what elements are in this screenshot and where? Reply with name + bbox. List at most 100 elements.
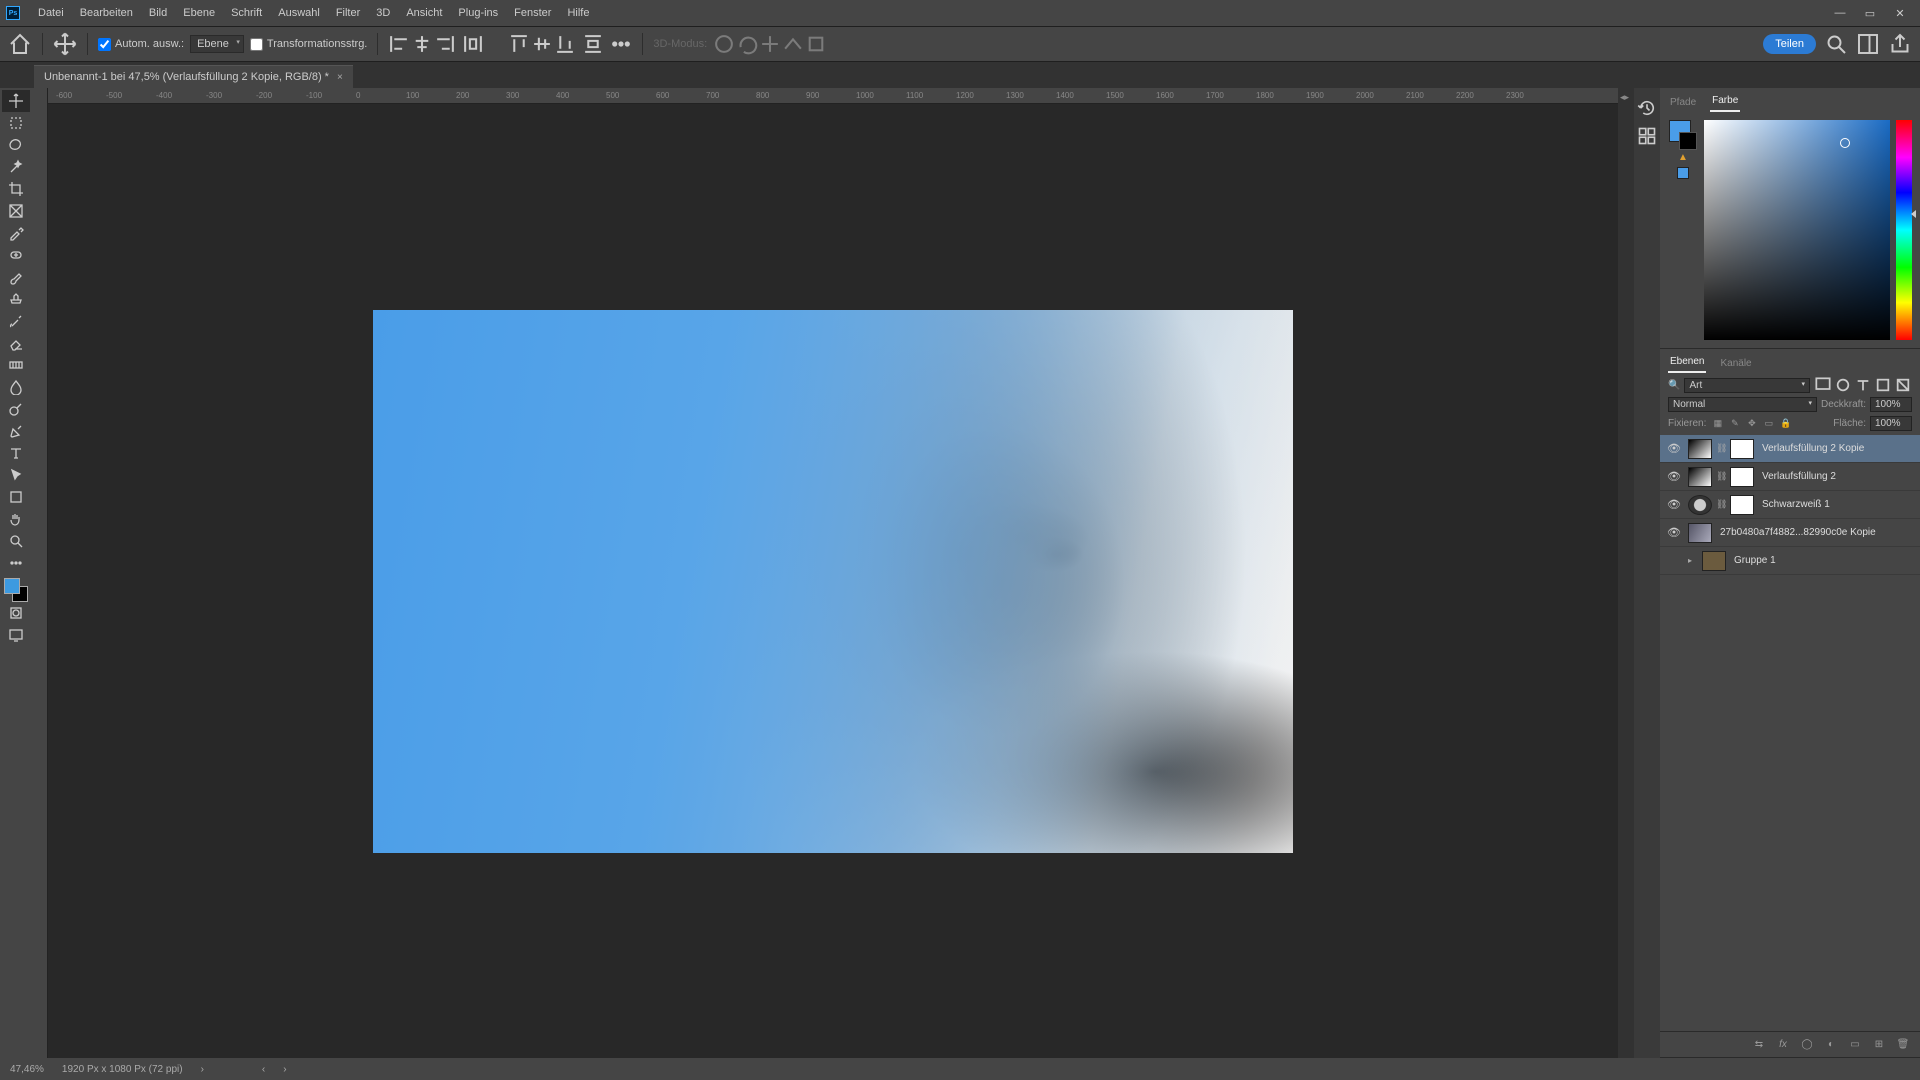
lasso-tool[interactable]: [2, 134, 30, 156]
layer-visibility-toggle[interactable]: 👁: [1664, 526, 1684, 539]
type-tool[interactable]: [2, 442, 30, 464]
layer-row[interactable]: 👁 27b0480a7f4882...82990c0e Kopie: [1660, 519, 1920, 547]
layer-name[interactable]: Schwarzweiß 1: [1762, 499, 1830, 510]
menu-edit[interactable]: Bearbeiten: [72, 0, 141, 26]
websafe-swatch[interactable]: [1677, 167, 1689, 179]
align-right-button[interactable]: [434, 33, 456, 55]
new-layer-button[interactable]: ⊞: [1870, 1036, 1888, 1054]
eyedropper-tool[interactable]: [2, 222, 30, 244]
frame-tool[interactable]: [2, 200, 30, 222]
layer-link-icon[interactable]: ⛓: [1716, 443, 1726, 454]
foreground-color-swatch[interactable]: [4, 578, 20, 594]
lock-position-button[interactable]: ✥: [1744, 416, 1759, 431]
lock-pixels-button[interactable]: ✎: [1727, 416, 1742, 431]
menu-file[interactable]: Datei: [30, 0, 72, 26]
crop-tool[interactable]: [2, 178, 30, 200]
layer-row[interactable]: 👁 ⛓ Verlaufsfüllung 2 Kopie: [1660, 435, 1920, 463]
link-layers-button[interactable]: ⇆: [1750, 1036, 1768, 1054]
artboard-tool[interactable]: [2, 112, 30, 134]
distribute-v-button[interactable]: [582, 33, 604, 55]
home-button[interactable]: [8, 32, 32, 56]
adjustment-icon[interactable]: [1688, 495, 1712, 515]
canvas-area[interactable]: [48, 104, 1618, 1058]
layer-link-icon[interactable]: ⛓: [1716, 499, 1726, 510]
channels-tab[interactable]: Kanäle: [1718, 354, 1753, 373]
auto-select-input[interactable]: [98, 38, 111, 51]
layer-name[interactable]: Verlaufsfüllung 2 Kopie: [1762, 443, 1864, 454]
new-group-button[interactable]: ▭: [1846, 1036, 1864, 1054]
lock-artboard-button[interactable]: ▭: [1761, 416, 1776, 431]
status-zoom[interactable]: 47,46%: [10, 1064, 44, 1075]
layer-row[interactable]: 👁 ⛓ Schwarzweiß 1: [1660, 491, 1920, 519]
hand-tool[interactable]: [2, 508, 30, 530]
layer-name[interactable]: 27b0480a7f4882...82990c0e Kopie: [1720, 527, 1876, 538]
screenmode-button[interactable]: [2, 624, 30, 646]
hue-slider-thumb[interactable]: [1911, 210, 1916, 218]
history-panel-icon[interactable]: [1637, 98, 1657, 118]
filter-adjust-icon[interactable]: [1834, 377, 1852, 393]
history-brush-tool[interactable]: [2, 310, 30, 332]
color-swatches[interactable]: [4, 578, 28, 602]
clone-stamp-tool[interactable]: [2, 288, 30, 310]
window-close-button[interactable]: ✕: [1886, 4, 1914, 22]
color-panel-bg-swatch[interactable]: [1679, 132, 1697, 150]
collapse-dock-icon[interactable]: ◂▸: [1620, 92, 1629, 103]
menu-layer[interactable]: Ebene: [175, 0, 223, 26]
layer-visibility-toggle[interactable]: 👁: [1664, 498, 1684, 511]
filter-shape-icon[interactable]: [1874, 377, 1892, 393]
layer-mask-thumbnail[interactable]: [1730, 467, 1754, 487]
document-tab[interactable]: Unbenannt-1 bei 47,5% (Verlaufsfüllung 2…: [34, 65, 353, 88]
menu-3d[interactable]: 3D: [368, 0, 398, 26]
hue-slider[interactable]: [1896, 120, 1912, 340]
layer-visibility-toggle[interactable]: 👁: [1664, 442, 1684, 455]
share-button[interactable]: Teilen: [1763, 34, 1816, 54]
blur-tool[interactable]: [2, 376, 30, 398]
menu-filter[interactable]: Filter: [328, 0, 368, 26]
eraser-tool[interactable]: [2, 332, 30, 354]
paths-tab[interactable]: Pfade: [1668, 93, 1698, 112]
lock-all-button[interactable]: 🔒: [1778, 416, 1793, 431]
align-hcenter-button[interactable]: [411, 33, 433, 55]
window-minimize-button[interactable]: —: [1826, 4, 1854, 22]
transform-controls-input[interactable]: [250, 38, 263, 51]
layer-name[interactable]: Gruppe 1: [1734, 555, 1776, 566]
workspace-button[interactable]: [1856, 32, 1880, 56]
menu-image[interactable]: Bild: [141, 0, 175, 26]
delete-layer-button[interactable]: 🗑: [1894, 1036, 1912, 1054]
transform-controls-checkbox[interactable]: Transformationsstrg.: [250, 38, 367, 51]
edit-toolbar-button[interactable]: [2, 552, 30, 574]
status-chevron[interactable]: ›: [201, 1064, 204, 1075]
search-button[interactable]: [1824, 32, 1848, 56]
document-canvas[interactable]: [373, 310, 1293, 853]
filter-type-icon[interactable]: [1854, 377, 1872, 393]
window-restore-button[interactable]: ▭: [1856, 4, 1884, 22]
document-tab-close-button[interactable]: ×: [337, 72, 343, 83]
export-button[interactable]: [1888, 32, 1912, 56]
pen-tool[interactable]: [2, 420, 30, 442]
menu-type[interactable]: Schrift: [223, 0, 270, 26]
healing-brush-tool[interactable]: [2, 244, 30, 266]
layer-visibility-toggle[interactable]: 👁: [1664, 470, 1684, 483]
layers-tab[interactable]: Ebenen: [1668, 352, 1706, 373]
filter-smart-icon[interactable]: [1894, 377, 1912, 393]
status-doc-info[interactable]: 1920 Px x 1080 Px (72 ppi): [62, 1064, 183, 1075]
color-field[interactable]: [1704, 120, 1890, 340]
menu-window[interactable]: Fenster: [506, 0, 559, 26]
align-top-button[interactable]: [508, 33, 530, 55]
distribute-h-button[interactable]: [462, 33, 484, 55]
layer-mask-thumbnail[interactable]: [1730, 439, 1754, 459]
color-field-cursor[interactable]: [1840, 138, 1850, 148]
magic-wand-tool[interactable]: [2, 156, 30, 178]
new-adjustment-button[interactable]: ◐: [1822, 1036, 1840, 1054]
zoom-tool[interactable]: [2, 530, 30, 552]
status-scroll-left[interactable]: ‹: [262, 1064, 265, 1075]
layer-row[interactable]: 👁⛓Verlaufsfüllung 2: [1660, 463, 1920, 491]
status-scroll-right[interactable]: ›: [283, 1064, 286, 1075]
layer-mask-thumbnail[interactable]: [1730, 495, 1754, 515]
menu-view[interactable]: Ansicht: [398, 0, 450, 26]
align-vcenter-button[interactable]: [531, 33, 553, 55]
properties-panel-icon[interactable]: [1637, 126, 1657, 146]
quickmask-button[interactable]: [2, 602, 30, 624]
menu-help[interactable]: Hilfe: [559, 0, 597, 26]
menu-select[interactable]: Auswahl: [270, 0, 328, 26]
